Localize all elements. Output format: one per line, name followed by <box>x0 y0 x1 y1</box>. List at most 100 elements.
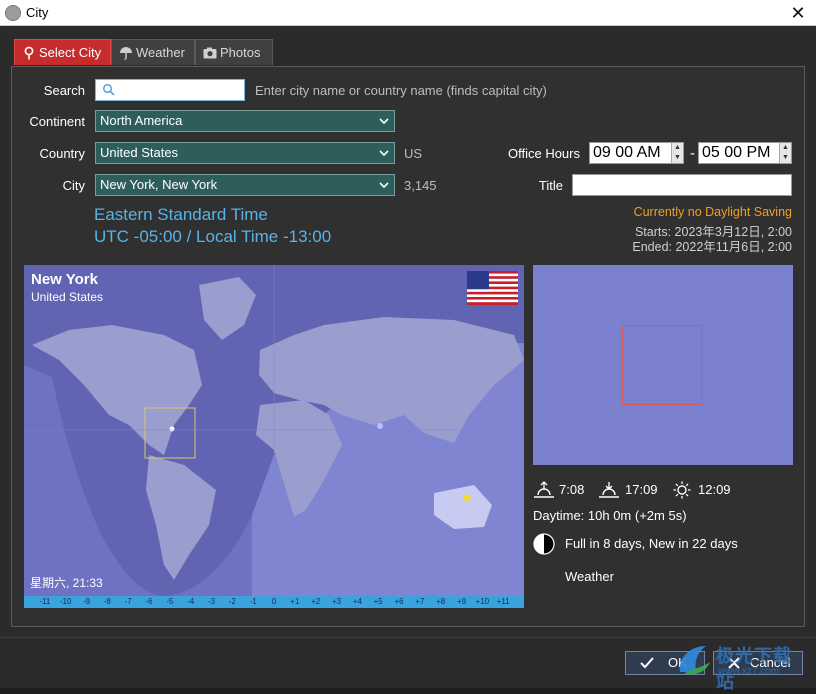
search-hint: Enter city name or country name (finds c… <box>255 83 547 98</box>
watermark-logo-icon <box>679 646 710 675</box>
timezone-tick: +2 <box>311 597 321 606</box>
timezone-ruler: -11 -10 -9 -8 -7 -6 -5 -4 -3 -2 -1 0 +1 +2 +3 +4 +5 +6 +7 +… <box>24 596 524 608</box>
timezone-tick: -9 <box>82 597 91 606</box>
timezone-tick: -2 <box>228 597 236 606</box>
search-icon <box>102 83 115 96</box>
timezone-tick: -8 <box>103 597 111 606</box>
dst-status: Currently no Daylight Saving <box>633 205 792 219</box>
timezone-tick: +10 <box>475 597 490 606</box>
timezone-tick: -3 <box>207 597 216 606</box>
chevron-down-icon <box>379 182 389 189</box>
office-end-value: 05 00 PM <box>702 144 771 161</box>
daytime-length: Daytime: 10h 0m (+2m 5s) <box>533 508 687 523</box>
sunrise-time: 7:08 <box>559 482 585 497</box>
map-city-name: New York <box>31 271 98 288</box>
map-country-name: United States <box>31 290 104 304</box>
map-local-time: 星期六, 21:33 <box>30 576 103 590</box>
office-start-value: 09 00 AM <box>593 144 661 161</box>
title-label: Title <box>538 178 563 193</box>
window-title: City <box>26 5 49 20</box>
sun-icon <box>673 481 691 499</box>
continent-label: Continent <box>29 114 85 129</box>
country-label: Country <box>39 146 85 161</box>
dst-ended: Ended: 2022年11月6日, 2:00 <box>632 240 792 254</box>
select-city-panel: Search Enter city name or country name (… <box>11 66 805 627</box>
timezone-tick: +4 <box>352 597 362 606</box>
close-button[interactable]: ✕ <box>786 2 810 24</box>
moon-phase-text: Full in 8 days, New in 22 days <box>565 536 738 551</box>
timezone-tick: +3 <box>331 597 342 606</box>
timezone-tick: -1 <box>249 597 257 606</box>
us-flag-icon <box>467 271 518 305</box>
search-label: Search <box>43 83 85 98</box>
camera-icon <box>203 40 217 66</box>
dialog-body: Select City Weather Photos Search Enter … <box>0 26 816 692</box>
watermark: 极光下载站 www.xz7.com <box>672 638 810 692</box>
umbrella-icon <box>119 40 133 66</box>
city-select[interactable]: New York, New York <box>95 174 395 196</box>
city-population: 3,145 <box>404 178 437 193</box>
tab-label: Photos <box>220 45 261 60</box>
chevron-down-icon <box>379 150 389 157</box>
spin-up-icon[interactable]: ▲ <box>780 143 791 153</box>
office-end-time[interactable]: 05 00 PM ▲ ▼ <box>698 142 792 164</box>
watermark-url: www.xz7.com <box>718 666 780 677</box>
country-value: United States <box>100 145 179 160</box>
sunrise-icon <box>534 481 554 498</box>
sunset-info: 17:09 <box>598 481 660 499</box>
timezone-tick: -11 <box>39 597 51 606</box>
country-select[interactable]: United States <box>95 142 395 164</box>
spin-down-icon[interactable]: ▼ <box>672 153 683 163</box>
timezone-name: Eastern Standard Time <box>94 205 268 224</box>
continent-select[interactable]: North America <box>95 110 395 132</box>
tab-label: Select City <box>39 45 102 60</box>
timezone-tick: +6 <box>394 597 404 606</box>
city-value: New York, New York <box>100 177 218 192</box>
zoom-map[interactable] <box>533 265 793 465</box>
zoom-selection <box>622 325 702 405</box>
timezone-tick: +11 <box>496 597 510 606</box>
tab-label: Weather <box>136 45 185 60</box>
timezone-tick: -7 <box>124 597 132 606</box>
pin-icon <box>22 40 36 66</box>
timezone-tick: +5 <box>373 597 383 606</box>
moon-phase-icon <box>533 533 555 555</box>
office-hours-separator: - <box>690 145 695 162</box>
search-field[interactable] <box>95 79 245 101</box>
spin-down-icon[interactable]: ▼ <box>780 153 791 163</box>
title-bar: City ✕ <box>0 0 816 26</box>
world-map[interactable]: New York United States 星期六, 21:33 -11 -10… <box>24 265 524 608</box>
spin-arrows[interactable]: ▲ ▼ <box>779 143 791 163</box>
continent-value: North America <box>100 113 183 128</box>
office-start-time[interactable]: 09 00 AM ▲ ▼ <box>589 142 684 164</box>
city-label: City <box>62 178 85 193</box>
search-input[interactable] <box>118 81 242 99</box>
country-code: US <box>404 146 423 161</box>
spin-up-icon[interactable]: ▲ <box>672 143 683 153</box>
tab-select-city[interactable]: Select City <box>14 39 111 65</box>
spin-arrows[interactable]: ▲ ▼ <box>671 143 683 163</box>
city-marker <box>169 426 175 432</box>
solar-noon-time: 12:09 <box>698 482 731 497</box>
weather-label: Weather <box>565 569 614 584</box>
timezone-tick: +9 <box>456 597 467 606</box>
tab-photos[interactable]: Photos <box>195 39 273 65</box>
timezone-tick: 0 <box>271 597 277 606</box>
timezone-tick: -6 <box>145 597 153 606</box>
timezone-tick: +7 <box>415 597 425 606</box>
sunrise-info: 7:08 <box>533 481 593 499</box>
timezone-tick: +1 <box>290 597 300 606</box>
office-hours-label: Office Hours <box>507 146 580 161</box>
timezone-tick: -5 <box>166 597 174 606</box>
world-map-image <box>24 265 524 596</box>
timezone-tick: +8 <box>436 597 446 606</box>
sunset-icon <box>599 482 619 498</box>
app-icon <box>5 5 21 21</box>
timezone-tick: -10 <box>59 597 72 606</box>
timezone-tick: -4 <box>187 597 195 606</box>
chevron-down-icon <box>379 118 389 125</box>
checkmark-icon <box>640 652 656 674</box>
solar-noon-info: 12:09 <box>673 481 733 499</box>
tab-weather[interactable]: Weather <box>111 39 195 65</box>
title-field[interactable] <box>572 174 792 196</box>
